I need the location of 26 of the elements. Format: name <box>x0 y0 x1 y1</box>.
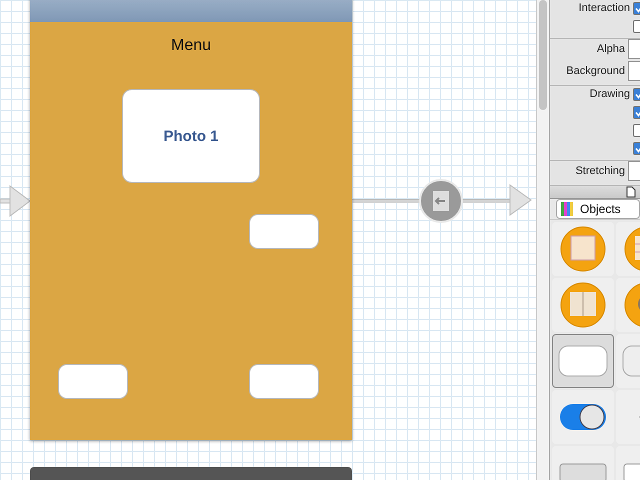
switch-icon[interactable] <box>559 402 607 432</box>
book-icon[interactable] <box>560 282 606 328</box>
segue-arrow-icon <box>0 185 31 217</box>
inspector-label: Interaction <box>578 2 630 14</box>
photo-button[interactable]: Photo 1 <box>122 89 260 183</box>
segue-arrow-icon <box>509 184 533 216</box>
library-item[interactable] <box>552 278 614 332</box>
rounded-button[interactable] <box>249 214 319 249</box>
library-selector[interactable]: Objects <box>556 199 640 219</box>
inspector-label: Background <box>566 65 625 77</box>
scrollbar[interactable] <box>536 0 549 480</box>
library-item[interactable] <box>552 334 614 388</box>
inspector-label: Stretching <box>575 165 625 177</box>
view-controller-icon[interactable] <box>560 226 606 272</box>
scene-title: Menu <box>170 37 212 55</box>
stepper-icon[interactable] <box>559 463 607 480</box>
library-item[interactable] <box>552 222 614 276</box>
segue-icon[interactable] <box>419 179 463 223</box>
rounded-button[interactable] <box>58 364 128 399</box>
library-item[interactable] <box>552 390 614 444</box>
document-icon[interactable] <box>626 186 636 198</box>
rounded-button-icon[interactable] <box>558 345 608 377</box>
books-icon <box>560 202 576 216</box>
rounded-button[interactable] <box>249 364 319 399</box>
inspector-label: Alpha <box>596 43 625 55</box>
inspector-label: Drawing <box>590 88 630 100</box>
